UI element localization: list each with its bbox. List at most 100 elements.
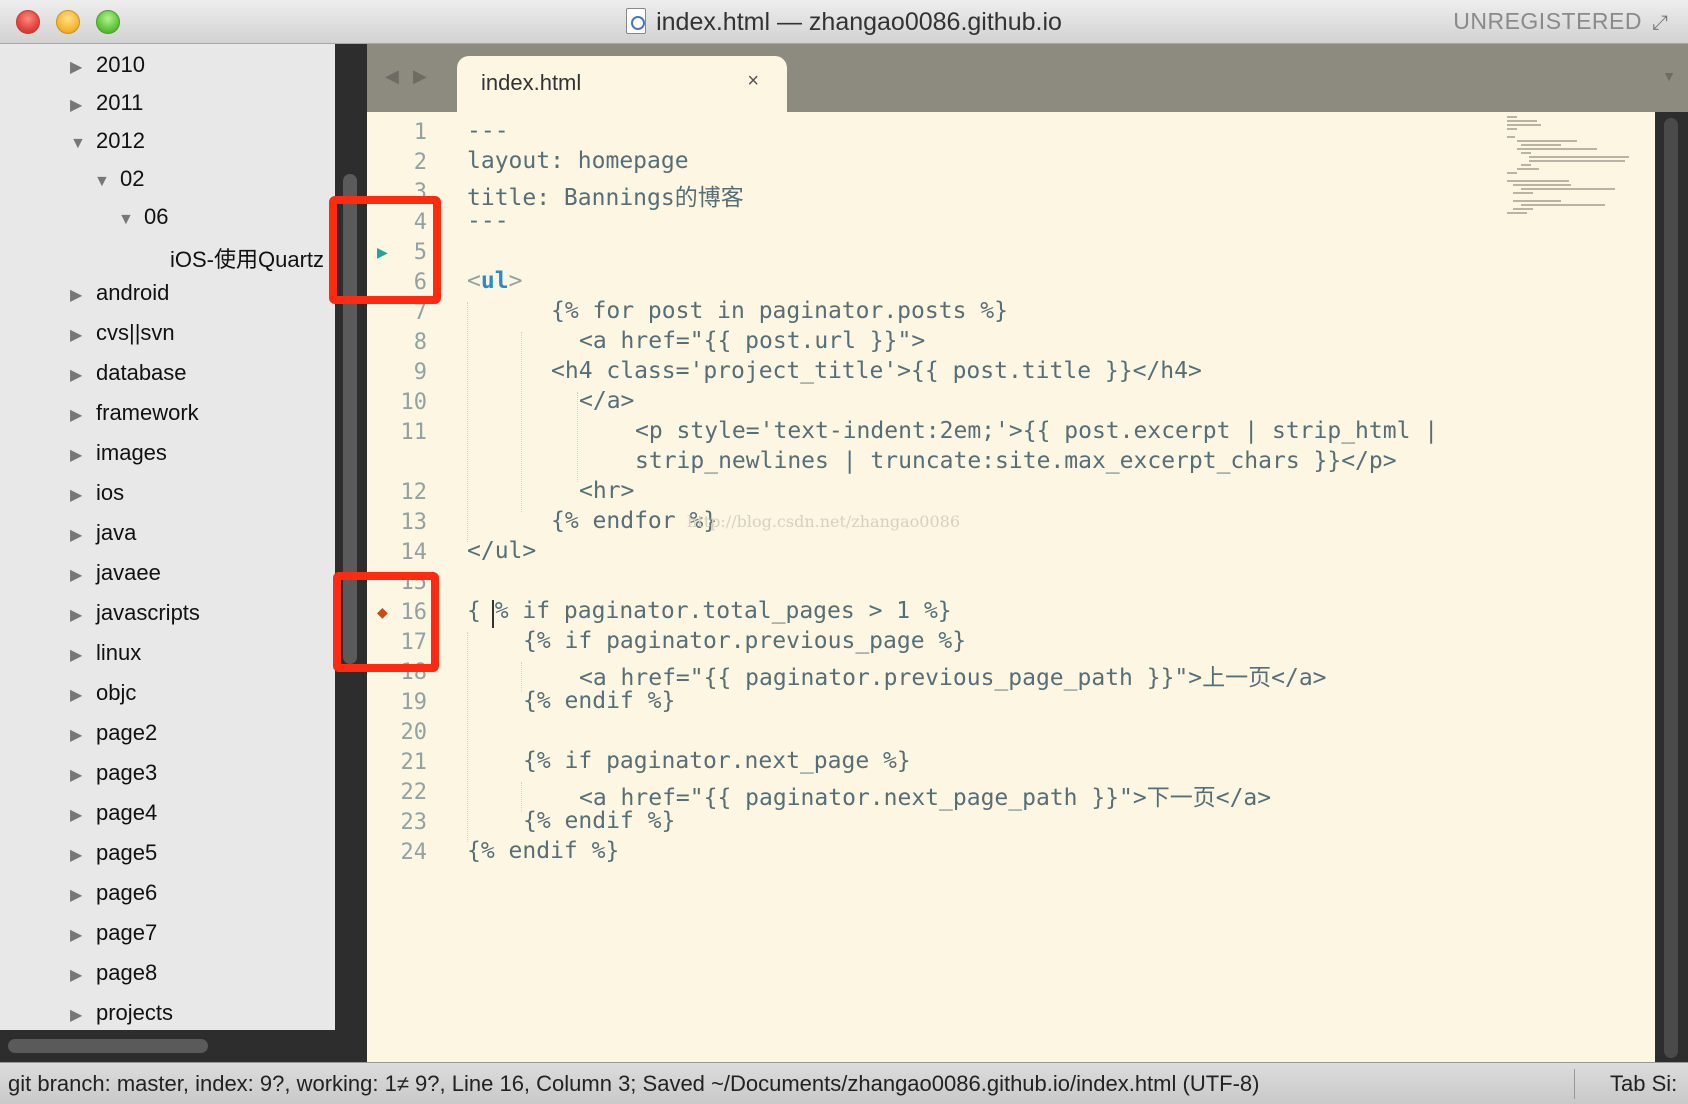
sidebar-item-projects[interactable]: ▶ projects	[70, 1000, 173, 1034]
line-number: 14	[400, 540, 428, 565]
line-number: 9	[413, 360, 427, 385]
sidebar-item-02[interactable]: ▼ 02	[94, 166, 144, 200]
code-line-21: {% if paginator.next_page %}	[523, 748, 911, 774]
sidebar-item-images[interactable]: ▶ images	[70, 440, 167, 474]
disclosure-right-icon[interactable]: ▶	[70, 885, 96, 905]
disclosure-right-icon[interactable]: ▶	[70, 365, 96, 385]
sidebar-item-2010[interactable]: ▶ 2010	[70, 52, 145, 86]
disclosure-right-icon[interactable]: ▶	[70, 405, 96, 425]
sidebar-horizontal-scrollbar[interactable]	[0, 1030, 335, 1062]
annotation-box-fold-marker	[329, 196, 441, 304]
sidebar-item-06[interactable]: ▼ 06	[118, 204, 168, 238]
close-tab-icon[interactable]: ×	[747, 70, 759, 93]
minimap[interactable]	[1507, 116, 1637, 216]
disclosure-right-icon[interactable]: ▶	[70, 1005, 96, 1025]
code-line-8: <a href="{{ post.url }}">	[579, 328, 926, 354]
status-divider	[1574, 1069, 1575, 1099]
code-line-6: <ul>	[467, 268, 523, 294]
sidebar-item-page6[interactable]: ▶ page6	[70, 880, 157, 914]
disclosure-right-icon[interactable]: ▶	[70, 325, 96, 345]
disclosure-right-icon[interactable]: ▶	[70, 805, 96, 825]
line-number: 8	[413, 330, 427, 355]
tab-bar: ◀ ▶ index.html × ▼	[367, 44, 1688, 112]
sidebar-item-2012[interactable]: ▼ 2012	[70, 128, 145, 162]
sidebar-item-database[interactable]: ▶ database	[70, 360, 187, 394]
disclosure-right-icon[interactable]: ▶	[70, 685, 96, 705]
line-number: 1	[413, 120, 427, 145]
line-number: 21	[400, 750, 428, 775]
editor-vertical-scrollbar[interactable]	[1655, 112, 1688, 1062]
line-number: 13	[400, 510, 428, 535]
sidebar-item-objc[interactable]: ▶ objc	[70, 680, 136, 714]
line-number: 20	[400, 720, 428, 745]
code-line-9: <h4 class='project_title'>{{ post.title …	[551, 358, 1202, 384]
sidebar-item-javaee[interactable]: ▶ javaee	[70, 560, 161, 594]
disclosure-down-icon[interactable]: ▼	[94, 173, 120, 191]
sidebar-item-java[interactable]: ▶ java	[70, 520, 136, 554]
disclosure-right-icon[interactable]: ▶	[70, 95, 96, 115]
watermark: http://blog.csdn.net/zhangao0086	[687, 512, 961, 531]
tab-back-icon[interactable]: ◀	[385, 66, 399, 87]
line-number: 22	[400, 780, 428, 805]
indent-guide	[521, 332, 522, 512]
code-line-4: ---	[467, 208, 509, 234]
sidebar-item-linux[interactable]: ▶ linux	[70, 640, 141, 674]
line-number: 19	[400, 690, 428, 715]
unregistered-label: UNREGISTERED	[1453, 8, 1642, 34]
line-number: 2	[413, 150, 427, 175]
disclosure-right-icon[interactable]: ▶	[70, 57, 96, 77]
disclosure-right-icon[interactable]: ▶	[70, 645, 96, 665]
tab-index-html[interactable]: index.html ×	[457, 56, 787, 112]
sidebar-item-javascripts[interactable]: ▶ javascripts	[70, 600, 200, 634]
sidebar-item-framework[interactable]: ▶ framework	[70, 400, 199, 434]
line-number: 12	[400, 480, 428, 505]
disclosure-right-icon[interactable]: ▶	[70, 765, 96, 785]
sidebar-item-page7[interactable]: ▶ page7	[70, 920, 157, 954]
disclosure-right-icon[interactable]: ▶	[70, 565, 96, 585]
sidebar-item-cvs-svn[interactable]: ▶ cvs||svn	[70, 320, 175, 354]
sidebar-item-page8[interactable]: ▶ page8	[70, 960, 157, 994]
sidebar-item-android[interactable]: ▶ android	[70, 280, 169, 314]
line-number: 10	[400, 390, 428, 415]
fullscreen-icon[interactable]: ⤢	[1652, 12, 1674, 34]
indent-guide	[577, 392, 578, 482]
title-bar: index.html — zhangao0086.github.io UNREG…	[0, 0, 1688, 44]
disclosure-right-icon[interactable]: ▶	[70, 725, 96, 745]
disclosure-right-icon[interactable]: ▶	[70, 485, 96, 505]
disclosure-down-icon[interactable]: ▼	[70, 135, 96, 153]
disclosure-right-icon[interactable]: ▶	[70, 845, 96, 865]
disclosure-right-icon[interactable]: ▶	[70, 285, 96, 305]
sidebar-item-page2[interactable]: ▶ page2	[70, 720, 157, 754]
code-editor[interactable]: 1 2 3 4 5 6 7 8 9 10 11 12 13 14 15 16 1…	[367, 112, 1655, 1062]
sidebar-item-page4[interactable]: ▶ page4	[70, 800, 157, 834]
disclosure-right-icon[interactable]: ▶	[70, 525, 96, 545]
sidebar-horizontal-scroll-thumb[interactable]	[8, 1039, 208, 1053]
disclosure-down-icon[interactable]: ▼	[118, 211, 144, 229]
sidebar-item-file[interactable]: iOS-使用Quartz	[170, 242, 324, 276]
disclosure-right-icon[interactable]: ▶	[70, 925, 96, 945]
text-caret	[492, 600, 494, 628]
editor-scroll-thumb[interactable]	[1664, 118, 1678, 1058]
disclosure-right-icon[interactable]: ▶	[70, 965, 96, 985]
disclosure-right-icon[interactable]: ▶	[70, 445, 96, 465]
code-line-16: { % if paginator.total_pages > 1 %}	[467, 598, 952, 624]
code-line-17: {% if paginator.previous_page %}	[523, 628, 967, 654]
tab-forward-icon[interactable]: ▶	[413, 66, 427, 87]
tab-list-chevron-icon[interactable]: ▼	[1662, 68, 1676, 84]
code-line-12: <hr>	[579, 478, 635, 504]
line-number: 11	[400, 420, 428, 445]
sidebar-item-ios[interactable]: ▶ ios	[70, 480, 124, 514]
sidebar-item-page5[interactable]: ▶ page5	[70, 840, 157, 874]
document-icon	[626, 8, 647, 34]
sidebar-item-2011[interactable]: ▶ 2011	[70, 90, 143, 124]
sidebar-item-page3[interactable]: ▶ page3	[70, 760, 157, 794]
code-line-22: <a href="{{ paginator.next_page_path }}"…	[579, 785, 1272, 811]
indent-guide	[521, 662, 522, 692]
tab-size-selector[interactable]: Tab Si:	[1610, 1071, 1677, 1097]
code-line-11: <p style='text-indent:2em;'>{{ post.exce…	[635, 418, 1439, 444]
code-line-3: title: Bannings的博客	[467, 185, 744, 211]
indent-guide	[521, 782, 522, 812]
status-bar: git branch: master, index: 9?, working: …	[0, 1062, 1688, 1104]
window-title: index.html — zhangao0086.github.io	[0, 8, 1688, 37]
disclosure-right-icon[interactable]: ▶	[70, 605, 96, 625]
